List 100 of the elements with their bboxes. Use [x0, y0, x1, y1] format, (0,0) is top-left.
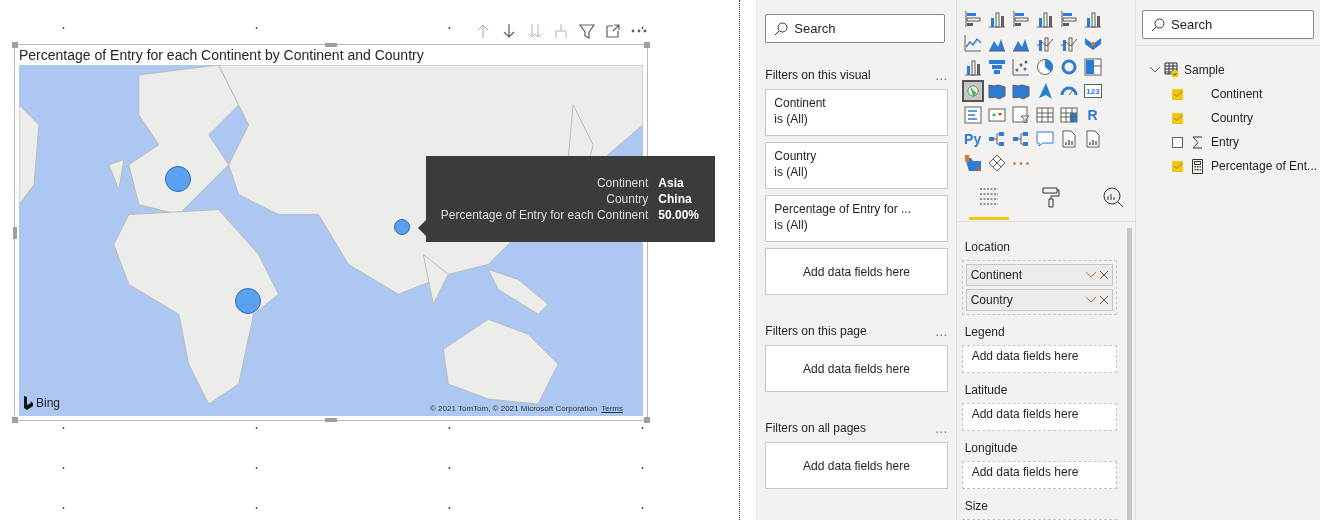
resize-handle[interactable]	[644, 42, 650, 48]
filter-condition: is (All)	[774, 218, 809, 232]
check-icon	[1173, 91, 1182, 97]
filter-card[interactable]: Percentage of Entry for ... is (All)	[765, 195, 948, 242]
visual-title: Percentage of Entry for each Continent by Continent and Country	[19, 47, 425, 65]
field-chip[interactable]: Continent	[965, 264, 1113, 286]
close-icon[interactable]	[1100, 296, 1108, 304]
double-down-arrow-icon[interactable]	[526, 22, 544, 40]
filter-name: Country	[774, 149, 818, 163]
well-placeholder: Add data fields here	[970, 465, 1080, 479]
visual-type-button[interactable]: R	[1081, 104, 1104, 126]
field-name: Continent	[1211, 87, 1263, 101]
speech-bubble-icon	[1035, 130, 1054, 148]
focus-mode-icon[interactable]	[604, 22, 622, 40]
sigma-icon	[1191, 135, 1203, 149]
more-button[interactable]: …	[934, 420, 948, 436]
column-chart-icon	[987, 10, 1006, 28]
search-field[interactable]: Search	[765, 14, 946, 43]
resize-handle[interactable]	[644, 417, 650, 423]
visual-type-button[interactable]	[961, 32, 984, 54]
field-name: Percentage of Ent...	[1211, 159, 1318, 173]
filter-icon[interactable]	[578, 22, 596, 40]
filled-map-icon	[987, 82, 1006, 100]
field-well[interactable]: Add data fields here	[961, 403, 1117, 431]
visual-type-button[interactable]	[961, 80, 984, 102]
document-icon	[1083, 130, 1102, 148]
field-chip[interactable]: Country	[965, 289, 1113, 311]
field-item[interactable]: Country	[1150, 106, 1320, 130]
field-well[interactable]: Add data fields here	[961, 345, 1117, 373]
section-title: Filters on this visual	[765, 68, 871, 82]
field-item[interactable]: Percentage of Ent...	[1150, 154, 1320, 178]
resize-handle[interactable]	[325, 43, 337, 47]
kpi-icon	[987, 106, 1006, 124]
visual-type-button[interactable]	[1081, 56, 1104, 78]
diamond-grid-icon	[987, 154, 1006, 172]
bar-chart-icon	[963, 10, 982, 28]
combo-chart-icon	[1035, 34, 1054, 52]
more-visuals-icon	[1012, 161, 1029, 165]
filter-card[interactable]: Continent is (All)	[765, 89, 948, 136]
line-chart-icon	[963, 34, 982, 52]
combo-chart-icon	[1059, 34, 1078, 52]
table-name: Sample	[1184, 63, 1225, 77]
field-item[interactable]: Entry	[1150, 130, 1320, 154]
section-title: Filters on all pages	[765, 421, 866, 435]
drop-zone[interactable]: Add data fields here	[765, 345, 948, 392]
resize-handle[interactable]	[325, 418, 337, 422]
analytics-icon	[1101, 186, 1124, 208]
tooltip-label: Continent	[595, 176, 649, 190]
copyright-text: © 2021 TomTom, © 2021 Microsoft Corporation	[429, 404, 598, 413]
filter-condition: is (All)	[774, 165, 809, 179]
filter-name: Continent	[774, 96, 827, 110]
tooltip-value: Asia	[658, 176, 685, 190]
more-button[interactable]: …	[934, 323, 948, 339]
filled-map-icon	[1011, 82, 1030, 100]
chevron-down-icon[interactable]	[1086, 272, 1096, 278]
column-chart-icon	[1035, 10, 1054, 28]
bar-chart-icon	[1059, 10, 1078, 28]
pane-tab[interactable]	[968, 186, 1009, 220]
search-field[interactable]: Search	[1142, 10, 1314, 39]
visual-type-button[interactable]	[961, 104, 984, 126]
globe-icon	[965, 82, 980, 100]
bing-label: Bing	[36, 396, 61, 410]
more-button[interactable]: …	[934, 67, 948, 83]
scrollbar[interactable]	[1127, 228, 1132, 520]
search-icon	[774, 22, 789, 36]
well-label: Latitude	[963, 383, 1009, 399]
chevron-down-icon[interactable]	[1150, 66, 1160, 74]
visual-type-button[interactable]	[1057, 104, 1080, 126]
visual-type-button[interactable]	[1033, 104, 1056, 126]
visual-type-button[interactable]	[1009, 104, 1032, 126]
field-well[interactable]: Add data fields here	[961, 461, 1117, 489]
well-label: Location	[963, 240, 1011, 256]
resize-handle[interactable]	[13, 226, 17, 239]
donut-chart-icon	[1059, 58, 1078, 76]
close-icon[interactable]	[1100, 271, 1108, 279]
resize-handle[interactable]	[12, 42, 18, 48]
table-icon	[1164, 62, 1180, 78]
treemap-icon	[1083, 58, 1102, 76]
checkbox[interactable]	[1172, 136, 1183, 148]
well-label: Longitude	[963, 441, 1019, 457]
bing-icon	[23, 396, 33, 410]
section-title: Filters on this page	[765, 324, 867, 338]
funnel-chart-icon	[987, 58, 1006, 76]
filter-card[interactable]: Country is (All)	[765, 142, 948, 189]
visual-type-button[interactable]	[1009, 56, 1032, 78]
drop-zone[interactable]: Add data fields here	[765, 248, 948, 295]
drop-zone[interactable]: Add data fields here	[765, 442, 948, 489]
field-name: Country	[1211, 111, 1254, 125]
terms-link[interactable]: Terms	[601, 404, 623, 413]
decomposition-tree-icon	[987, 130, 1006, 148]
field-item[interactable]: Continent	[1150, 82, 1320, 106]
resize-handle[interactable]	[12, 417, 18, 423]
chevron-down-icon[interactable]	[1086, 297, 1096, 303]
field-name: Entry	[1211, 135, 1239, 149]
slicer-icon	[1011, 106, 1030, 124]
pie-chart-icon	[1035, 58, 1054, 76]
field-well[interactable]: Continent Country	[961, 260, 1117, 315]
table-item[interactable]: Sample	[1150, 58, 1320, 82]
filter-condition: is (All)	[774, 112, 809, 126]
visual-type-button[interactable]: Py	[961, 128, 984, 150]
